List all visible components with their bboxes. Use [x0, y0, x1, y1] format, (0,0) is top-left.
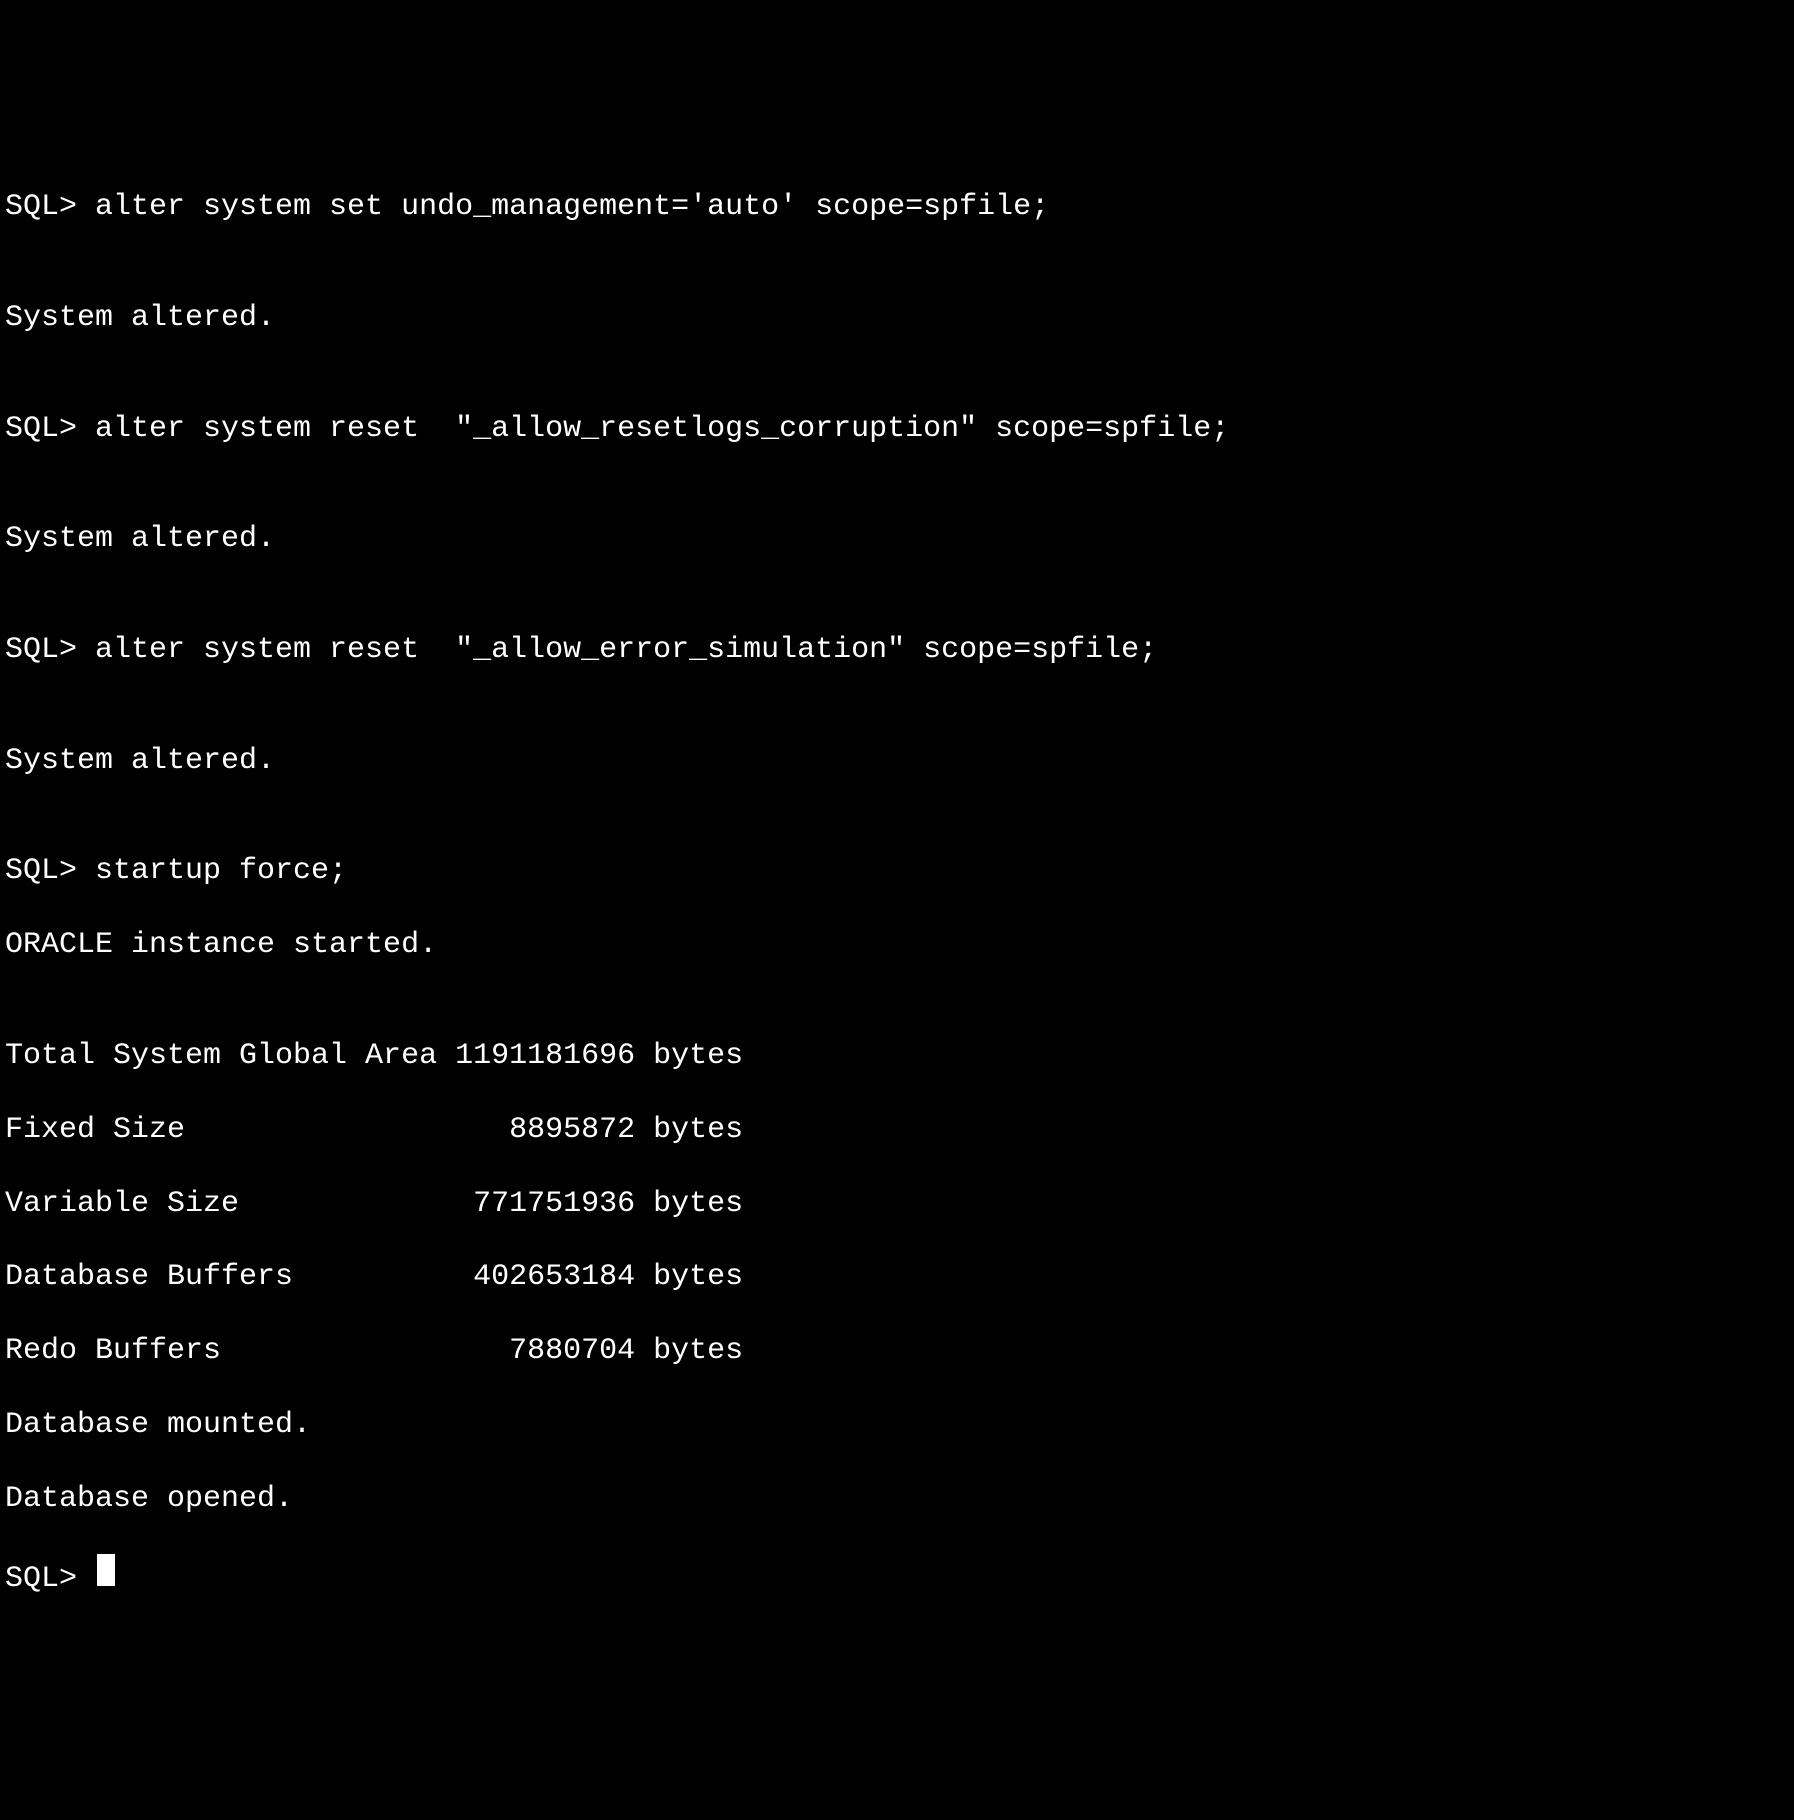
terminal-line: Variable Size 771751936 bytes	[5, 1186, 1789, 1223]
terminal-prompt-line[interactable]: SQL>	[5, 1554, 1789, 1598]
terminal-line: Database Buffers 402653184 bytes	[5, 1259, 1789, 1296]
cursor-icon	[97, 1554, 115, 1586]
terminal-line: SQL> startup force;	[5, 853, 1789, 890]
terminal-line: ORACLE instance started.	[5, 927, 1789, 964]
terminal-line: System altered.	[5, 743, 1789, 780]
terminal-line: SQL> alter system set undo_management='a…	[5, 189, 1789, 226]
terminal-line: Database opened.	[5, 1481, 1789, 1518]
sql-prompt: SQL>	[5, 1561, 95, 1598]
terminal-output[interactable]: SQL> alter system set undo_management='a…	[5, 153, 1789, 1636]
terminal-line: System altered.	[5, 521, 1789, 558]
terminal-line: SQL> alter system reset "_allow_error_si…	[5, 632, 1789, 669]
terminal-line: Redo Buffers 7880704 bytes	[5, 1333, 1789, 1370]
terminal-line: Database mounted.	[5, 1407, 1789, 1444]
terminal-line: Fixed Size 8895872 bytes	[5, 1112, 1789, 1149]
terminal-line: Total System Global Area 1191181696 byte…	[5, 1038, 1789, 1075]
terminal-line: SQL> alter system reset "_allow_resetlog…	[5, 411, 1789, 448]
terminal-line: System altered.	[5, 300, 1789, 337]
